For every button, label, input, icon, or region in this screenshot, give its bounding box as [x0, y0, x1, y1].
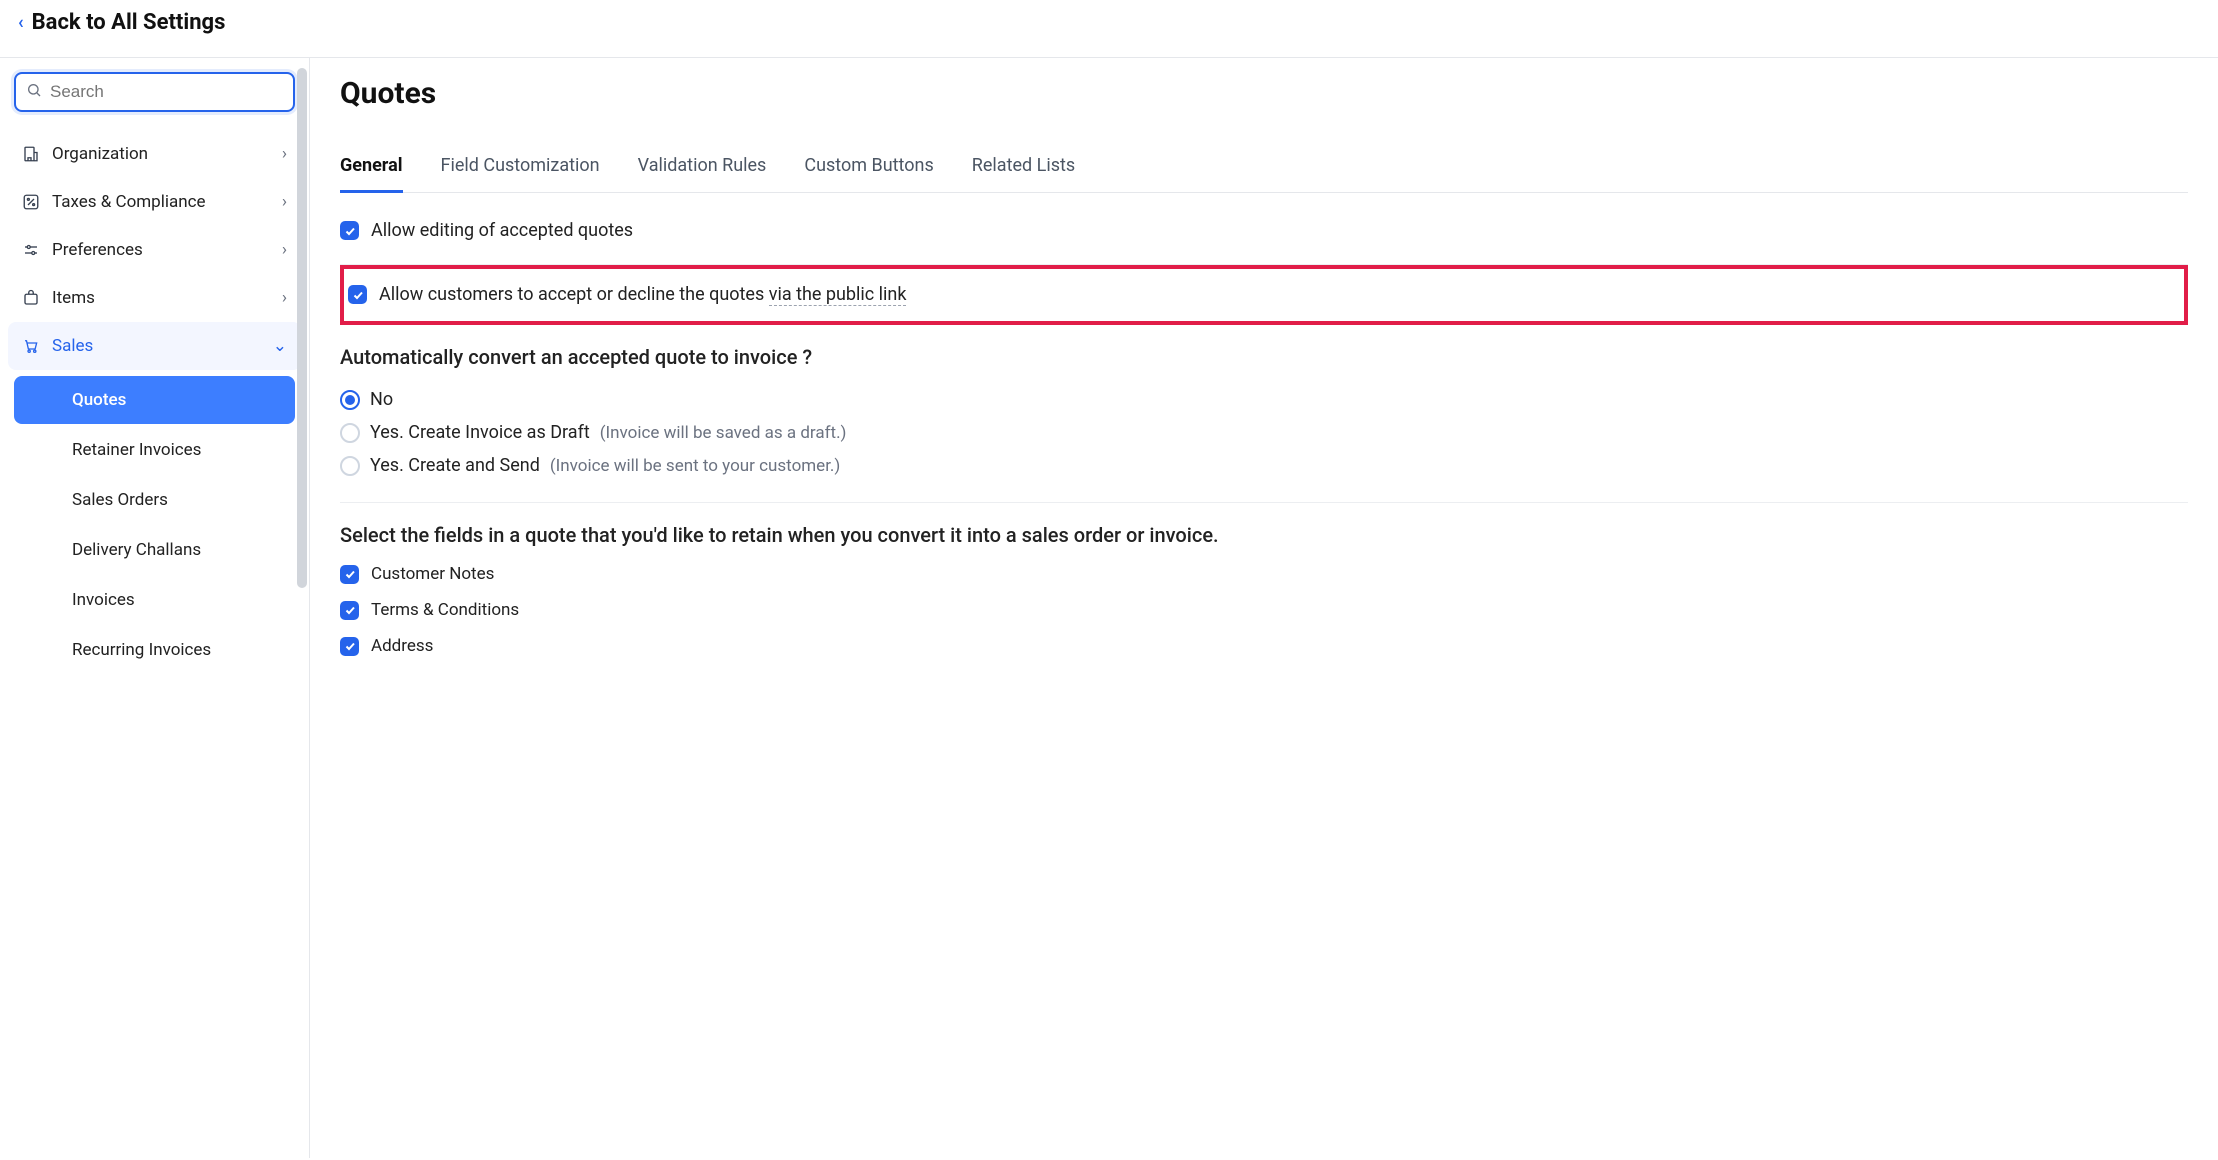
sidebar-item-organization[interactable]: Organization ›	[8, 130, 301, 178]
checkbox-checked-icon	[340, 601, 359, 620]
tab-bar: General Field Customization Validation R…	[340, 145, 2188, 193]
radio-unchecked-icon	[340, 456, 360, 476]
subnav-invoices[interactable]: Invoices	[14, 576, 295, 624]
radio-yes-draft[interactable]: Yes. Create Invoice as Draft (Invoice wi…	[340, 416, 2188, 449]
checkbox-checked-icon	[340, 221, 359, 240]
section-allow-edit-accepted: Allow editing of accepted quotes	[340, 197, 2188, 265]
checkbox-checked-icon	[348, 285, 367, 304]
sidebar-item-label: Sales	[52, 336, 93, 356]
checkbox-address[interactable]: Address	[340, 633, 2188, 659]
main-content: Quotes General Field Customization Valid…	[310, 58, 2218, 1158]
public-link-text[interactable]: via the public link	[769, 284, 907, 306]
checkbox-checked-icon	[340, 565, 359, 584]
checkbox-label: Allow editing of accepted quotes	[371, 220, 633, 241]
checkbox-allow-public-link[interactable]: Allow customers to accept or decline the…	[348, 281, 2180, 308]
building-icon	[22, 145, 40, 163]
sales-subnav: Quotes Retainer Invoices Sales Orders De…	[8, 370, 301, 674]
chevron-right-icon: ›	[282, 144, 287, 164]
chevron-right-icon: ›	[282, 192, 287, 212]
subnav-quotes[interactable]: Quotes	[14, 376, 295, 424]
chevron-left-icon: ‹	[18, 12, 24, 33]
sliders-icon	[22, 241, 40, 259]
subnav-recurring-invoices[interactable]: Recurring Invoices	[14, 626, 295, 674]
auto-convert-heading: Automatically convert an accepted quote …	[340, 345, 2188, 369]
radio-hint: (Invoice will be sent to your customer.)	[550, 456, 841, 476]
scrollbar-thumb[interactable]	[297, 68, 307, 588]
sidebar-item-items[interactable]: Items ›	[8, 274, 301, 322]
sidebar-item-label: Organization	[52, 144, 148, 164]
tab-custom-buttons[interactable]: Custom Buttons	[804, 145, 933, 193]
sidebar-item-sales[interactable]: Sales ⌄	[8, 322, 301, 370]
cart-icon	[22, 337, 40, 355]
back-to-settings-link[interactable]: ‹ Back to All Settings	[18, 10, 225, 35]
label-prefix: Allow customers to accept or decline the…	[379, 284, 769, 305]
sidebar-item-label: Items	[52, 288, 95, 308]
radio-unchecked-icon	[340, 423, 360, 443]
checkbox-customer-notes[interactable]: Customer Notes	[340, 561, 2188, 587]
search-input[interactable]	[50, 82, 283, 102]
sidebar-item-label: Taxes & Compliance	[52, 192, 206, 212]
radio-hint: (Invoice will be saved as a draft.)	[600, 423, 847, 443]
radio-no[interactable]: No	[340, 383, 2188, 416]
checkbox-allow-edit-accepted[interactable]: Allow editing of accepted quotes	[340, 217, 2188, 244]
page-title: Quotes	[340, 76, 2188, 111]
subnav-sales-orders[interactable]: Sales Orders	[14, 476, 295, 524]
radio-label: Yes. Create and Send	[370, 455, 540, 476]
tab-field-customization[interactable]: Field Customization	[441, 145, 600, 193]
percent-icon	[22, 193, 40, 211]
back-label: Back to All Settings	[32, 10, 226, 35]
sidebar-item-taxes[interactable]: Taxes & Compliance ›	[8, 178, 301, 226]
radio-yes-send[interactable]: Yes. Create and Send (Invoice will be se…	[340, 449, 2188, 482]
tab-validation-rules[interactable]: Validation Rules	[638, 145, 767, 193]
search-icon	[26, 82, 42, 102]
chevron-right-icon: ›	[282, 240, 287, 260]
checkbox-label: Allow customers to accept or decline the…	[379, 284, 906, 305]
checkbox-label: Terms & Conditions	[371, 600, 519, 620]
tab-general[interactable]: General	[340, 145, 403, 193]
subnav-delivery-challans[interactable]: Delivery Challans	[14, 526, 295, 574]
checkbox-terms-conditions[interactable]: Terms & Conditions	[340, 597, 2188, 623]
chevron-right-icon: ›	[282, 288, 287, 308]
settings-sidebar: Organization › Taxes & Compliance › Pref…	[0, 58, 310, 1158]
section-auto-convert: Automatically convert an accepted quote …	[340, 325, 2188, 503]
subnav-retainer-invoices[interactable]: Retainer Invoices	[14, 426, 295, 474]
checkbox-checked-icon	[340, 637, 359, 656]
chevron-down-icon: ⌄	[273, 336, 287, 356]
radio-label: Yes. Create Invoice as Draft	[370, 422, 590, 443]
checkbox-label: Customer Notes	[371, 564, 494, 584]
radio-checked-icon	[340, 390, 360, 410]
retain-heading: Select the fields in a quote that you'd …	[340, 523, 2188, 547]
radio-label: No	[370, 389, 393, 410]
section-allow-public-link-highlighted: Allow customers to accept or decline the…	[340, 265, 2188, 325]
sidebar-item-preferences[interactable]: Preferences ›	[8, 226, 301, 274]
section-retain-fields: Select the fields in a quote that you'd …	[340, 503, 2188, 689]
sidebar-item-label: Preferences	[52, 240, 143, 260]
tab-related-lists[interactable]: Related Lists	[972, 145, 1075, 193]
bag-icon	[22, 289, 40, 307]
checkbox-label: Address	[371, 636, 433, 656]
search-field-wrap[interactable]	[14, 72, 295, 112]
